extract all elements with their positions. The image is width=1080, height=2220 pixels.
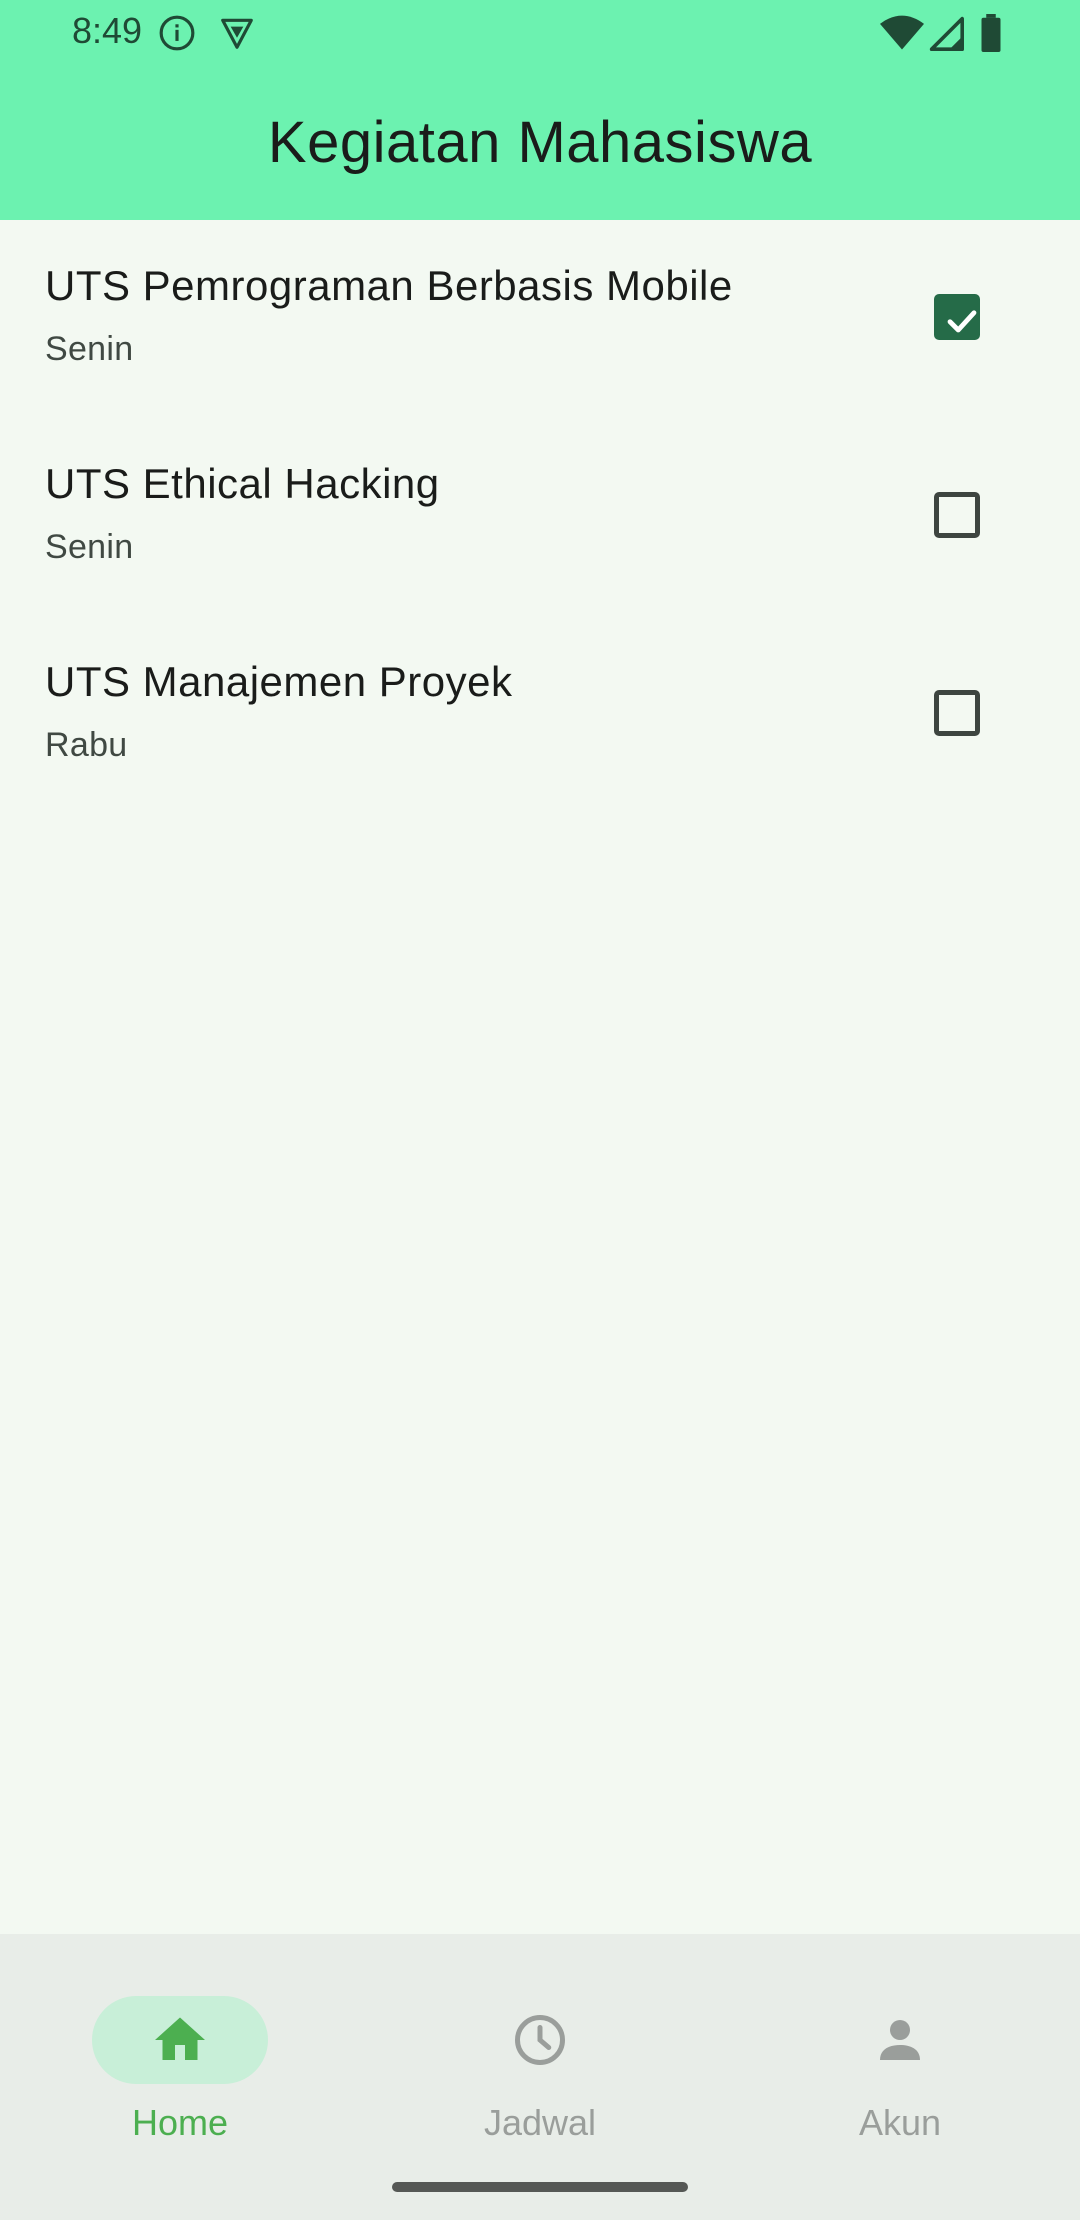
activity-day: Senin [45,330,134,368]
status-time: 8:49 [72,10,143,51]
activity-checkbox[interactable] [934,294,980,340]
activity-title: UTS Ethical Hacking [45,460,440,507]
nav-item-akun[interactable]: Akun [720,1964,1080,2164]
bottom-navigation: Home Jadwal Akun [0,1934,1080,2220]
status-bar: 8:49 [0,0,1080,64]
activity-title: UTS Manajemen Proyek [45,658,513,705]
list-item[interactable]: UTS Manajemen Proyek Rabu [0,616,1080,814]
nav-label-home: Home [131,2102,229,2143]
nav-label-akun: Akun [858,2102,942,2143]
activity-checkbox[interactable] [934,690,980,736]
activity-day: Rabu [45,726,128,764]
battery-icon [978,14,1004,57]
nav-label-jadwal: Jadwal [483,2102,597,2143]
nav-item-jadwal[interactable]: Jadwal [360,1964,720,2164]
app-bar: Kegiatan Mahasiswa [0,64,1080,220]
vpn-shield-icon [218,14,256,57]
app-screen: 8:49 Kegiatan Mahasiswa UTS Pemrograman … [0,0,1080,2220]
person-icon [880,2020,920,2060]
check-icon [947,310,977,333]
activity-list: UTS Pemrograman Berbasis Mobile Senin UT… [0,220,1080,814]
info-icon [158,14,196,57]
list-item[interactable]: UTS Pemrograman Berbasis Mobile Senin [0,220,1080,418]
wifi-icon [880,14,924,57]
nav-item-home[interactable]: Home [0,1964,360,2164]
activity-day: Senin [45,528,134,566]
gesture-handle[interactable] [392,2182,688,2192]
activity-checkbox[interactable] [934,492,980,538]
home-icon [155,2017,205,2060]
list-item[interactable]: UTS Ethical Hacking Senin [0,418,1080,616]
cell-signal-icon [928,14,964,57]
clock-icon [515,2015,565,2065]
page-title: Kegiatan Mahasiswa [267,109,813,175]
activity-title: UTS Pemrograman Berbasis Mobile [45,262,733,309]
